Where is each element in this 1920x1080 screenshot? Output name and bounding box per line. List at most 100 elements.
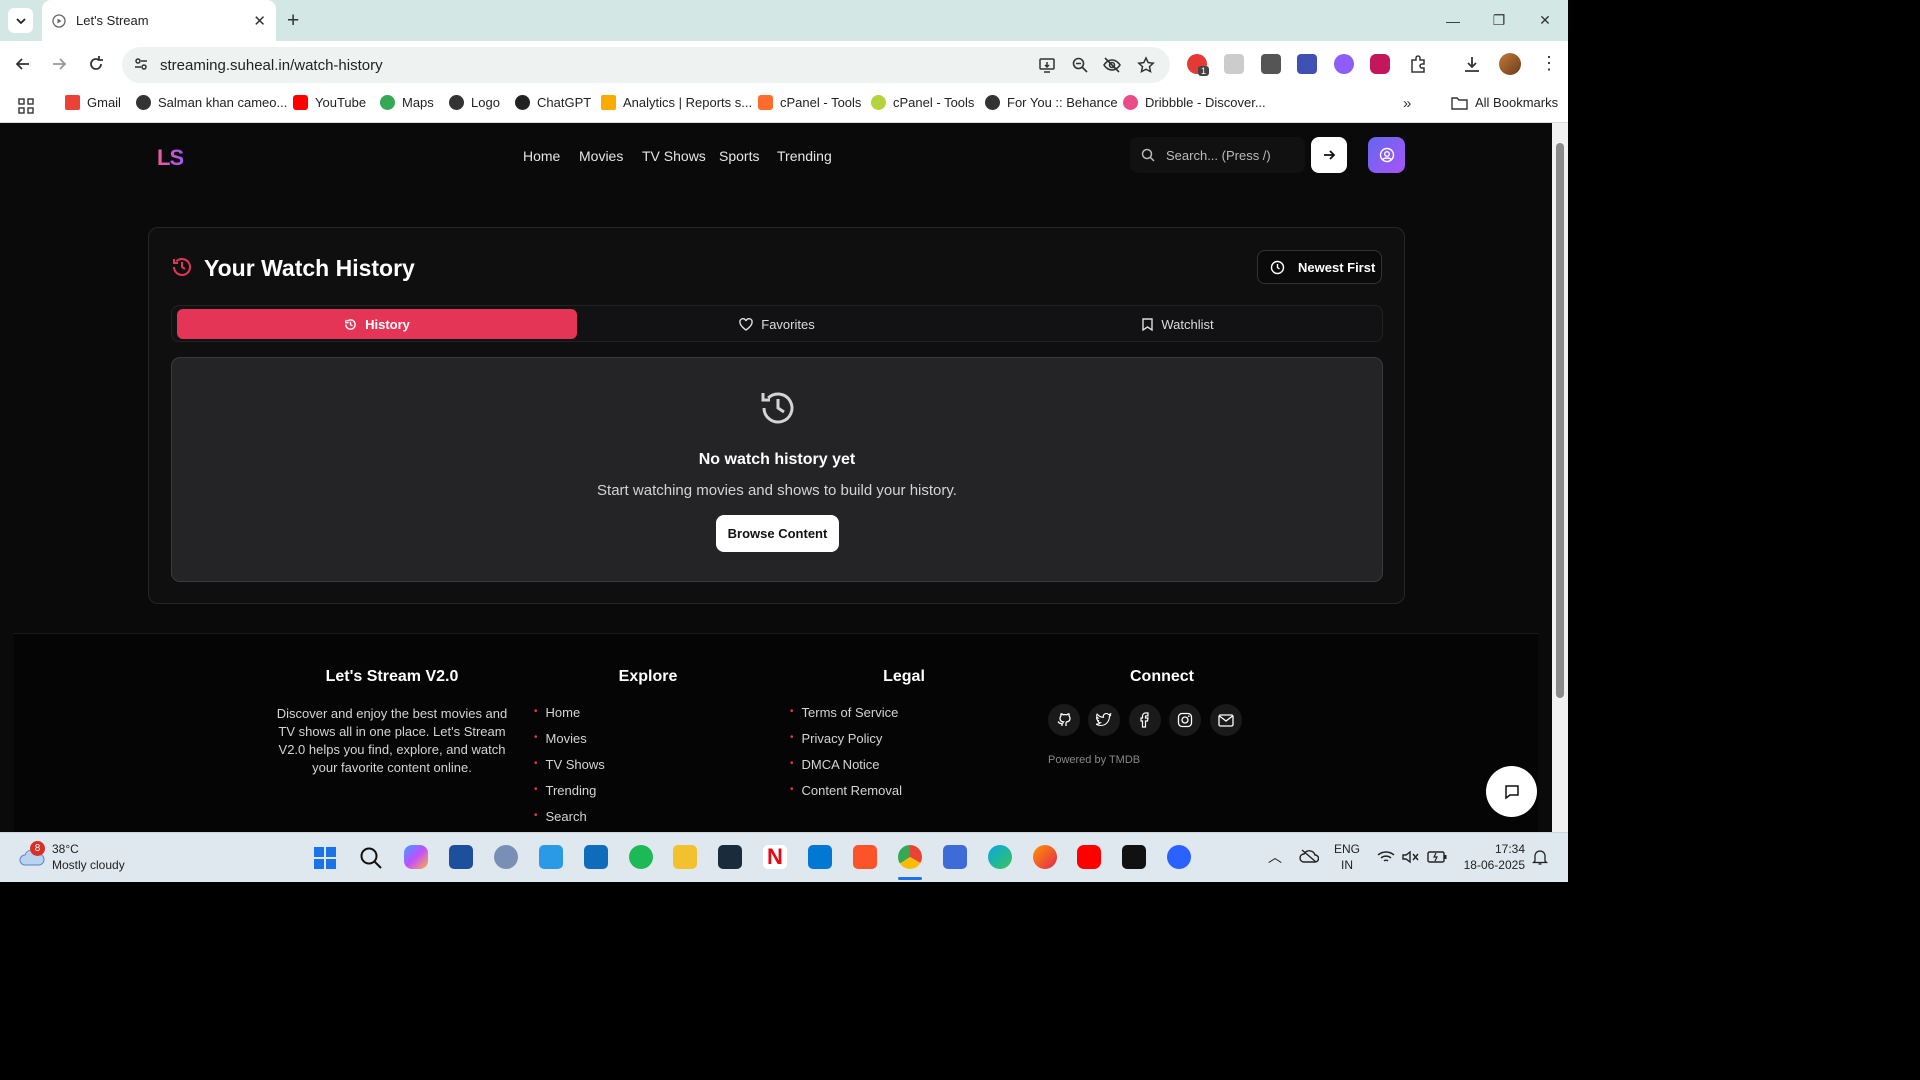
brave-icon[interactable]: [853, 845, 877, 869]
nav-movies[interactable]: Movies: [579, 148, 623, 164]
speaker-muted-icon[interactable]: [1402, 850, 1420, 864]
language-indicator[interactable]: ENG IN: [1334, 841, 1360, 873]
close-tab-icon[interactable]: ✕: [253, 12, 266, 30]
footer-link-dmca[interactable]: DMCA Notice: [790, 757, 902, 783]
site-info-icon[interactable]: [133, 56, 149, 72]
tray-chevron-up-icon[interactable]: ︿: [1268, 847, 1282, 867]
app-icon[interactable]: [1167, 845, 1191, 869]
bookmark-star-icon[interactable]: [1137, 56, 1155, 74]
extension-icon[interactable]: [1297, 54, 1317, 74]
reload-icon[interactable]: [87, 55, 105, 73]
browse-content-button[interactable]: Browse Content: [716, 515, 839, 552]
apps-grid-icon[interactable]: [18, 98, 34, 114]
extension-icon[interactable]: [1370, 54, 1390, 74]
nav-tv-shows[interactable]: TV Shows: [642, 148, 706, 164]
new-tab-button[interactable]: +: [287, 9, 299, 33]
footer-link-removal[interactable]: Content Removal: [790, 783, 902, 809]
scrollbar-thumb[interactable]: [1556, 143, 1564, 698]
bookmark-salman[interactable]: Salman khan cameo...: [136, 95, 287, 110]
footer-link-movies[interactable]: Movies: [534, 731, 605, 757]
search-submit-button[interactable]: [1311, 137, 1347, 173]
nav-trending[interactable]: Trending: [777, 148, 832, 164]
restore-icon[interactable]: ❐: [1476, 0, 1522, 41]
firefox-icon[interactable]: [1033, 845, 1057, 869]
page-scrollbar[interactable]: [1552, 123, 1568, 832]
capcut-icon[interactable]: [1122, 845, 1146, 869]
footer-link-terms[interactable]: Terms of Service: [790, 705, 902, 731]
outlook-icon[interactable]: [584, 845, 608, 869]
r-app-icon[interactable]: [494, 845, 518, 869]
more-bookmarks-icon[interactable]: »: [1403, 95, 1411, 112]
netflix-icon[interactable]: N: [763, 845, 787, 869]
bookmark-dribbble[interactable]: Dribbble - Discover...: [1123, 95, 1266, 110]
address-bar[interactable]: streaming.suheal.in/watch-history: [122, 47, 1170, 83]
mail-icon[interactable]: [1210, 704, 1242, 736]
vscode-icon[interactable]: [808, 845, 832, 869]
sort-button[interactable]: Newest First: [1257, 250, 1382, 284]
youtube-icon[interactable]: [1077, 845, 1101, 869]
tab-history[interactable]: History: [177, 309, 577, 339]
extensions-puzzle-icon[interactable]: [1408, 54, 1428, 74]
profile-button[interactable]: [1368, 137, 1405, 173]
edge-icon[interactable]: [988, 845, 1012, 869]
facebook-icon[interactable]: [1129, 704, 1161, 736]
tab-favorites[interactable]: Favorites: [577, 309, 977, 339]
downloads-icon[interactable]: [1462, 54, 1482, 74]
profile-avatar[interactable]: [1499, 53, 1521, 75]
back-icon[interactable]: [14, 55, 32, 73]
bookmark-chatgpt[interactable]: ChatGPT: [515, 95, 591, 110]
bookmark-maps[interactable]: Maps: [380, 95, 434, 110]
instagram-icon[interactable]: [1169, 704, 1201, 736]
chrome-icon[interactable]: [898, 845, 922, 869]
heart-icon: [739, 317, 753, 331]
bookmark-gmail[interactable]: Gmail: [65, 95, 121, 110]
site-logo[interactable]: LS: [157, 145, 184, 171]
footer-link-home[interactable]: Home: [534, 705, 605, 731]
footer-link-tv-shows[interactable]: TV Shows: [534, 757, 605, 783]
extension-icon[interactable]: [1224, 54, 1244, 74]
nav-home[interactable]: Home: [523, 148, 560, 164]
minimize-icon[interactable]: —: [1430, 0, 1476, 41]
app-icon[interactable]: [449, 845, 473, 869]
bookmark-logo[interactable]: Logo: [449, 95, 500, 110]
tab-watchlist[interactable]: Watchlist: [978, 309, 1378, 339]
search-input[interactable]: Search... (Press /): [1130, 137, 1305, 173]
forward-icon[interactable]: [50, 55, 68, 73]
github-icon[interactable]: [1048, 704, 1080, 736]
battery-icon[interactable]: [1427, 850, 1447, 864]
notepad-icon[interactable]: [943, 845, 967, 869]
onedrive-icon[interactable]: [1299, 849, 1319, 863]
file-explorer-icon[interactable]: [673, 845, 697, 869]
bookmark-cpanel-2[interactable]: cPanel - Tools: [871, 95, 974, 110]
notification-bell-icon[interactable]: [1532, 849, 1548, 865]
footer-link-search[interactable]: Search: [534, 809, 605, 832]
search-icon[interactable]: [359, 846, 383, 870]
tab-search-button[interactable]: [8, 8, 33, 33]
zoom-icon[interactable]: [1071, 56, 1089, 74]
clock[interactable]: 17:34 18-06-2025: [1459, 841, 1525, 873]
browser-tab[interactable]: Let's Stream ✕: [42, 0, 276, 41]
footer-link-privacy[interactable]: Privacy Policy: [790, 731, 902, 757]
copilot-icon[interactable]: [404, 845, 428, 869]
spotify-icon[interactable]: [629, 845, 653, 869]
wifi-icon[interactable]: [1377, 850, 1395, 864]
bookmark-analytics[interactable]: Analytics | Reports s...: [601, 95, 752, 110]
twitter-icon[interactable]: [1088, 704, 1120, 736]
bookmark-behance[interactable]: For You :: Behance: [985, 95, 1118, 110]
app-icon[interactable]: [539, 845, 563, 869]
bookmark-cpanel[interactable]: cPanel - Tools: [758, 95, 861, 110]
close-window-icon[interactable]: ✕: [1522, 0, 1568, 41]
prime-video-icon[interactable]: [718, 845, 742, 869]
footer-link-trending[interactable]: Trending: [534, 783, 605, 809]
nav-sports[interactable]: Sports: [719, 148, 759, 164]
eye-off-icon[interactable]: [1102, 56, 1122, 74]
bookmark-youtube[interactable]: YouTube: [293, 95, 366, 110]
extension-icon[interactable]: [1334, 54, 1354, 74]
all-bookmarks[interactable]: All Bookmarks: [1451, 95, 1558, 110]
install-app-icon[interactable]: [1038, 56, 1056, 74]
extension-icon[interactable]: [1261, 54, 1281, 74]
windows-start-icon[interactable]: [313, 846, 337, 870]
menu-kebab-icon[interactable]: ⋮: [1540, 53, 1558, 74]
chat-button[interactable]: [1486, 766, 1537, 817]
weather-widget[interactable]: 8 38°C Mostly cloudy: [18, 841, 125, 873]
